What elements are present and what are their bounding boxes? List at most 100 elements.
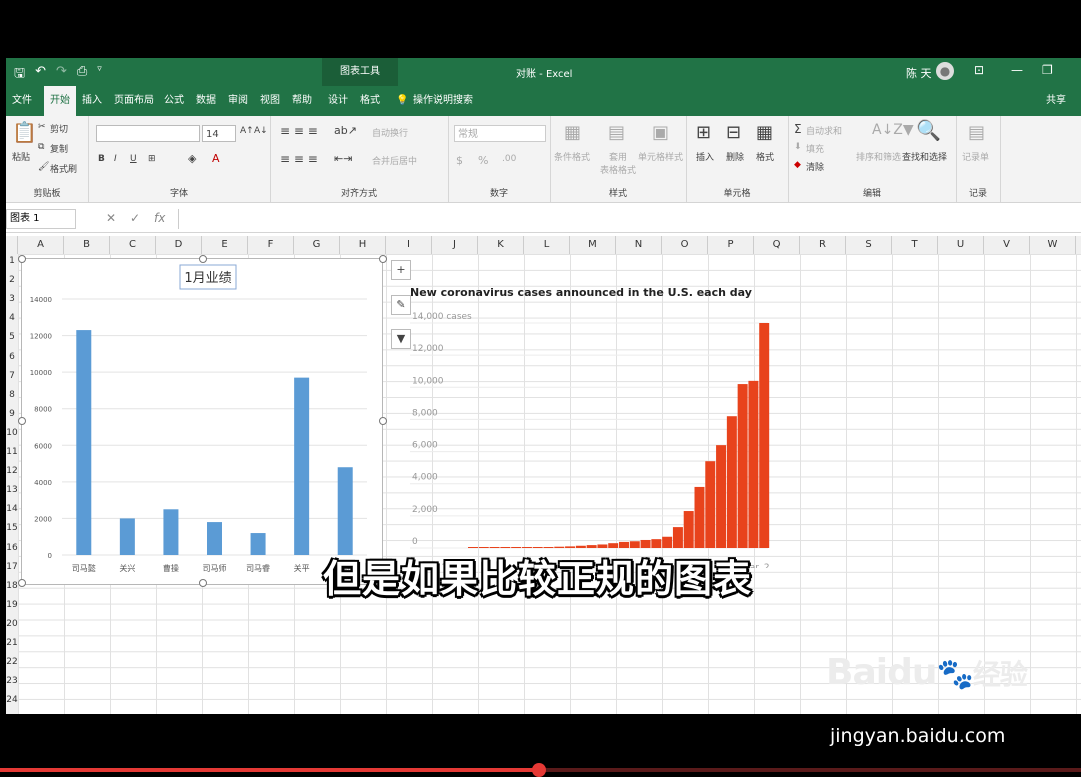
tell-me-search[interactable]: 操作说明搜索 [413, 86, 473, 116]
delete-cells-icon[interactable]: ⊟ [726, 122, 741, 143]
column-header[interactable]: A [18, 236, 64, 254]
row-header[interactable]: 6 [6, 352, 18, 362]
font-color-icon[interactable]: A [212, 152, 220, 165]
row-header[interactable]: 4 [6, 313, 18, 323]
border-icon[interactable]: ⊞ [148, 154, 156, 164]
maximize-icon[interactable]: ❐ [1042, 63, 1053, 77]
paste-icon[interactable]: 📋 [12, 120, 37, 144]
video-progress-knob[interactable] [532, 763, 546, 777]
resize-handle-tr[interactable] [379, 255, 387, 263]
save-icon[interactable]: 🖫 [14, 64, 25, 86]
format-cells-button[interactable]: 格式 [756, 150, 774, 163]
column-header[interactable]: I [386, 236, 432, 254]
fill-icon[interactable]: ⬇ [794, 142, 802, 152]
chart-covid-image[interactable]: New coronavirus cases announced in the U… [390, 263, 775, 573]
user-name[interactable]: 陈 天 [906, 65, 932, 81]
cell-style-button[interactable]: 单元格样式 [638, 150, 683, 163]
row-header[interactable]: 21 [6, 638, 18, 648]
row-header[interactable]: 9 [6, 409, 18, 419]
cell-style-icon[interactable]: ▣ [652, 122, 669, 143]
row-header[interactable]: 8 [6, 390, 18, 400]
record-form-button[interactable]: 记录单 [962, 150, 989, 163]
currency-icon[interactable]: $ [456, 154, 463, 167]
row-header[interactable]: 1 [6, 256, 18, 266]
row-header[interactable]: 5 [6, 332, 18, 342]
row-header[interactable]: 15 [6, 523, 18, 533]
customize-qat-icon[interactable]: ▿ [97, 64, 102, 86]
row-header[interactable]: 22 [6, 657, 18, 667]
undo-icon[interactable]: ↶ [35, 64, 46, 86]
italic-button[interactable]: I [114, 154, 117, 164]
sort-filter-icon[interactable]: A↓Z▼ [872, 122, 914, 138]
fill-color-icon[interactable]: ◈ [188, 152, 196, 165]
column-header[interactable]: D [156, 236, 202, 254]
number-format-select[interactable]: 常规 [454, 125, 546, 142]
find-select-button[interactable]: 查找和选择 [902, 150, 947, 163]
font-name-select[interactable] [96, 125, 200, 142]
fill-button[interactable]: 填充 [806, 142, 824, 155]
table-format-button[interactable]: 套用 表格格式 [600, 150, 636, 176]
merge-center-button[interactable]: 合并后居中 [372, 154, 417, 167]
row-header[interactable]: 11 [6, 447, 18, 457]
tab-help[interactable]: 帮助 [292, 86, 312, 116]
column-header[interactable]: S [846, 236, 892, 254]
copy-button[interactable]: 复制 [50, 142, 68, 155]
autosum-icon[interactable]: Σ [794, 122, 802, 136]
resize-handle-ml[interactable] [18, 417, 26, 425]
select-all-corner[interactable] [6, 236, 18, 254]
format-painter-icon[interactable]: 🖌 [38, 162, 49, 172]
column-header[interactable]: W [1030, 236, 1076, 254]
tab-home[interactable]: 开始 [44, 86, 76, 116]
column-header[interactable]: M [570, 236, 616, 254]
delete-cells-button[interactable]: 删除 [726, 150, 744, 163]
sort-filter-button[interactable]: 排序和筛选 [856, 150, 901, 163]
minimize-icon[interactable]: — [1011, 63, 1023, 77]
row-header[interactable]: 24 [6, 695, 18, 705]
clear-icon[interactable]: ◆ [794, 160, 801, 170]
align-top-icon[interactable]: ≡ ≡ ≡ [280, 124, 318, 138]
tab-data[interactable]: 数据 [196, 86, 216, 116]
column-header[interactable]: U [938, 236, 984, 254]
redo-icon[interactable]: ↷ [56, 64, 67, 86]
percent-button[interactable]: % [478, 154, 488, 167]
cancel-icon[interactable]: ✕ [106, 211, 116, 225]
tab-formulas[interactable]: 公式 [164, 86, 184, 116]
column-header[interactable]: B [64, 236, 110, 254]
column-header[interactable]: P [708, 236, 754, 254]
table-format-icon[interactable]: ▤ [608, 122, 625, 143]
find-select-icon[interactable]: 🔍 [916, 118, 941, 142]
row-header[interactable]: 13 [6, 485, 18, 495]
tab-page-layout[interactable]: 页面布局 [114, 86, 154, 116]
conditional-format-icon[interactable]: ▦ [564, 122, 581, 143]
enter-icon[interactable]: ✓ [130, 211, 140, 225]
resize-handle-tc[interactable] [199, 255, 207, 263]
insert-cells-icon[interactable]: ⊞ [696, 122, 711, 143]
row-header[interactable]: 7 [6, 371, 18, 381]
user-avatar[interactable]: ● [936, 62, 954, 80]
share-button[interactable]: 共享 [1046, 86, 1066, 116]
record-form-icon[interactable]: ▤ [968, 122, 985, 143]
cut-button[interactable]: 剪切 [50, 122, 68, 135]
row-header[interactable]: 3 [6, 294, 18, 304]
autosum-button[interactable]: 自动求和 [806, 124, 842, 137]
tab-insert[interactable]: 插入 [82, 86, 102, 116]
grow-font-icon[interactable]: A↑ [240, 126, 254, 136]
tab-review[interactable]: 审阅 [228, 86, 248, 116]
row-header[interactable]: 12 [6, 466, 18, 476]
cut-icon[interactable]: ✂ [38, 122, 46, 132]
conditional-format-button[interactable]: 条件格式 [554, 150, 590, 163]
column-header[interactable]: J [432, 236, 478, 254]
align-center-icon[interactable]: ≡ ≡ ≡ [280, 152, 318, 166]
column-header[interactable]: T [892, 236, 938, 254]
tab-file[interactable]: 文件 [12, 86, 32, 116]
clear-button[interactable]: 清除 [806, 160, 824, 173]
column-header[interactable]: N [616, 236, 662, 254]
row-header[interactable]: 20 [6, 619, 18, 629]
column-header[interactable]: F [248, 236, 294, 254]
formula-input[interactable] [178, 209, 1079, 229]
insert-cells-button[interactable]: 插入 [696, 150, 714, 163]
row-header[interactable]: 14 [6, 504, 18, 514]
chart-sales[interactable]: 1月业绩 0 2000 4000 6000 8000 10000 12000 14000 司马懿关… [21, 258, 383, 585]
video-progress-bar[interactable] [0, 763, 1081, 777]
resize-handle-tl[interactable] [18, 255, 26, 263]
